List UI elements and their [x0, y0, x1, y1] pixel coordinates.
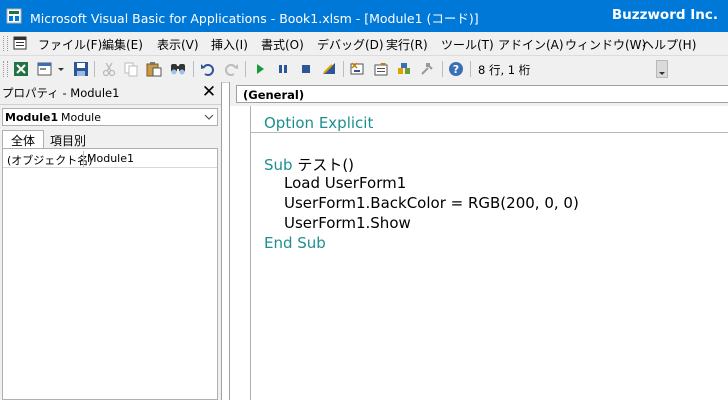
- code-editor[interactable]: Option Explicit Sub テスト() Load UserForm1…: [251, 106, 728, 400]
- property-value[interactable]: Module1: [87, 152, 134, 165]
- vba-app-icon: [6, 8, 22, 24]
- svg-text:?: ?: [453, 63, 459, 76]
- menu-run[interactable]: 実行(R): [386, 36, 428, 53]
- menu-tools[interactable]: ツール(T): [441, 36, 494, 53]
- cursor-position: 8 行, 1 桁: [478, 63, 531, 77]
- tab-all[interactable]: 全体: [2, 130, 44, 148]
- object-select[interactable]: Module1 Module: [2, 108, 218, 126]
- procedure-separator: [251, 132, 728, 133]
- project-explorer-icon[interactable]: [348, 60, 366, 78]
- insert-userform-icon[interactable]: [36, 60, 54, 78]
- save-icon[interactable]: [72, 60, 90, 78]
- menu-help[interactable]: ヘルプ(H): [642, 36, 696, 53]
- row-divider: [3, 167, 217, 168]
- object-name: Module1: [5, 111, 59, 124]
- column-divider: [83, 151, 84, 167]
- toolbar-separator: [343, 61, 344, 77]
- menu-format[interactable]: 書式(O): [261, 36, 304, 53]
- tab-category[interactable]: 項目別: [50, 130, 86, 150]
- toolbar-grip[interactable]: [3, 61, 8, 77]
- undo-icon[interactable]: [199, 60, 217, 78]
- properties-window-icon[interactable]: [372, 60, 390, 78]
- indicator-margin[interactable]: [230, 106, 251, 400]
- toolbar-options-button[interactable]: [656, 60, 668, 78]
- keyword-sub: Sub: [264, 156, 293, 174]
- menu-view[interactable]: 表示(V): [157, 36, 199, 53]
- code-window: (General) Option Explicit Sub テスト() Load…: [229, 82, 728, 400]
- title-bar: Microsoft Visual Basic for Applications …: [0, 0, 728, 32]
- code-line-end-sub: End Sub: [264, 234, 326, 252]
- brand-label: Buzzword Inc.: [611, 7, 718, 23]
- design-mode-icon[interactable]: [320, 60, 338, 78]
- copy-icon[interactable]: [122, 60, 140, 78]
- object-type: Module: [61, 111, 101, 124]
- properties-grid: (オブジェクト名) Module1: [2, 148, 218, 400]
- cut-icon[interactable]: [100, 60, 118, 78]
- reset-icon[interactable]: [297, 60, 315, 78]
- menu-grip[interactable]: [3, 36, 8, 51]
- code-line-show: UserForm1.Show: [284, 214, 411, 232]
- view-excel-icon[interactable]: [12, 60, 30, 78]
- menu-debug[interactable]: デバッグ(D): [317, 36, 384, 53]
- code-line-load: Load UserForm1: [284, 174, 407, 192]
- properties-title: プロパティ - Module1: [2, 86, 120, 100]
- chevron-down-icon: [204, 114, 214, 120]
- redo-icon[interactable]: [222, 60, 240, 78]
- close-icon[interactable]: ✕: [200, 83, 218, 101]
- property-row[interactable]: (オブジェクト名) Module1: [3, 151, 217, 168]
- code-line-sub: Sub テスト(): [264, 154, 354, 175]
- menu-insert[interactable]: 挿入(I): [211, 36, 248, 53]
- paste-icon[interactable]: [145, 60, 163, 78]
- help-icon[interactable]: ?: [447, 60, 465, 78]
- break-icon[interactable]: [274, 60, 292, 78]
- toolbar-separator: [470, 61, 471, 77]
- object-browser-icon[interactable]: [395, 60, 413, 78]
- sub-name: テスト(): [292, 156, 355, 174]
- code-header: (General): [230, 82, 728, 107]
- object-combo-label: (General): [243, 88, 305, 102]
- toolbar-separator: [245, 61, 246, 77]
- menu-window[interactable]: ウィンドウ(W): [565, 36, 646, 53]
- code-line-backcolor: UserForm1.BackColor = RGB(200, 0, 0): [284, 194, 579, 212]
- properties-pane: プロパティ - Module1 ✕ Module1 Module 全体 項目別 …: [0, 82, 222, 400]
- chevron-down-icon: [659, 72, 665, 75]
- property-key: (オブジェクト名): [7, 154, 93, 167]
- window-title: Microsoft Visual Basic for Applications …: [30, 11, 479, 26]
- code-line-option-explicit: Option Explicit: [264, 114, 374, 132]
- toolbox-icon[interactable]: [418, 60, 436, 78]
- toolbar-separator: [94, 61, 95, 77]
- find-icon[interactable]: [169, 60, 187, 78]
- properties-header: プロパティ - Module1 ✕: [0, 82, 221, 105]
- toolbar-separator: [193, 61, 194, 77]
- menu-file[interactable]: ファイル(F): [38, 36, 102, 53]
- system-menu-icon[interactable]: [12, 35, 28, 51]
- run-icon[interactable]: [251, 60, 269, 78]
- toolbar-separator: [442, 61, 443, 77]
- menu-edit[interactable]: 編集(E): [102, 36, 143, 53]
- menu-bar: ファイル(F) 編集(E) 表示(V) 挿入(I) 書式(O) デバッグ(D) …: [0, 32, 728, 56]
- standard-toolbar: ? 8 行, 1 桁: [0, 56, 728, 83]
- object-combo[interactable]: (General): [236, 85, 728, 103]
- menu-addins[interactable]: アドイン(A): [498, 36, 564, 53]
- insert-dropdown-icon[interactable]: [56, 60, 66, 78]
